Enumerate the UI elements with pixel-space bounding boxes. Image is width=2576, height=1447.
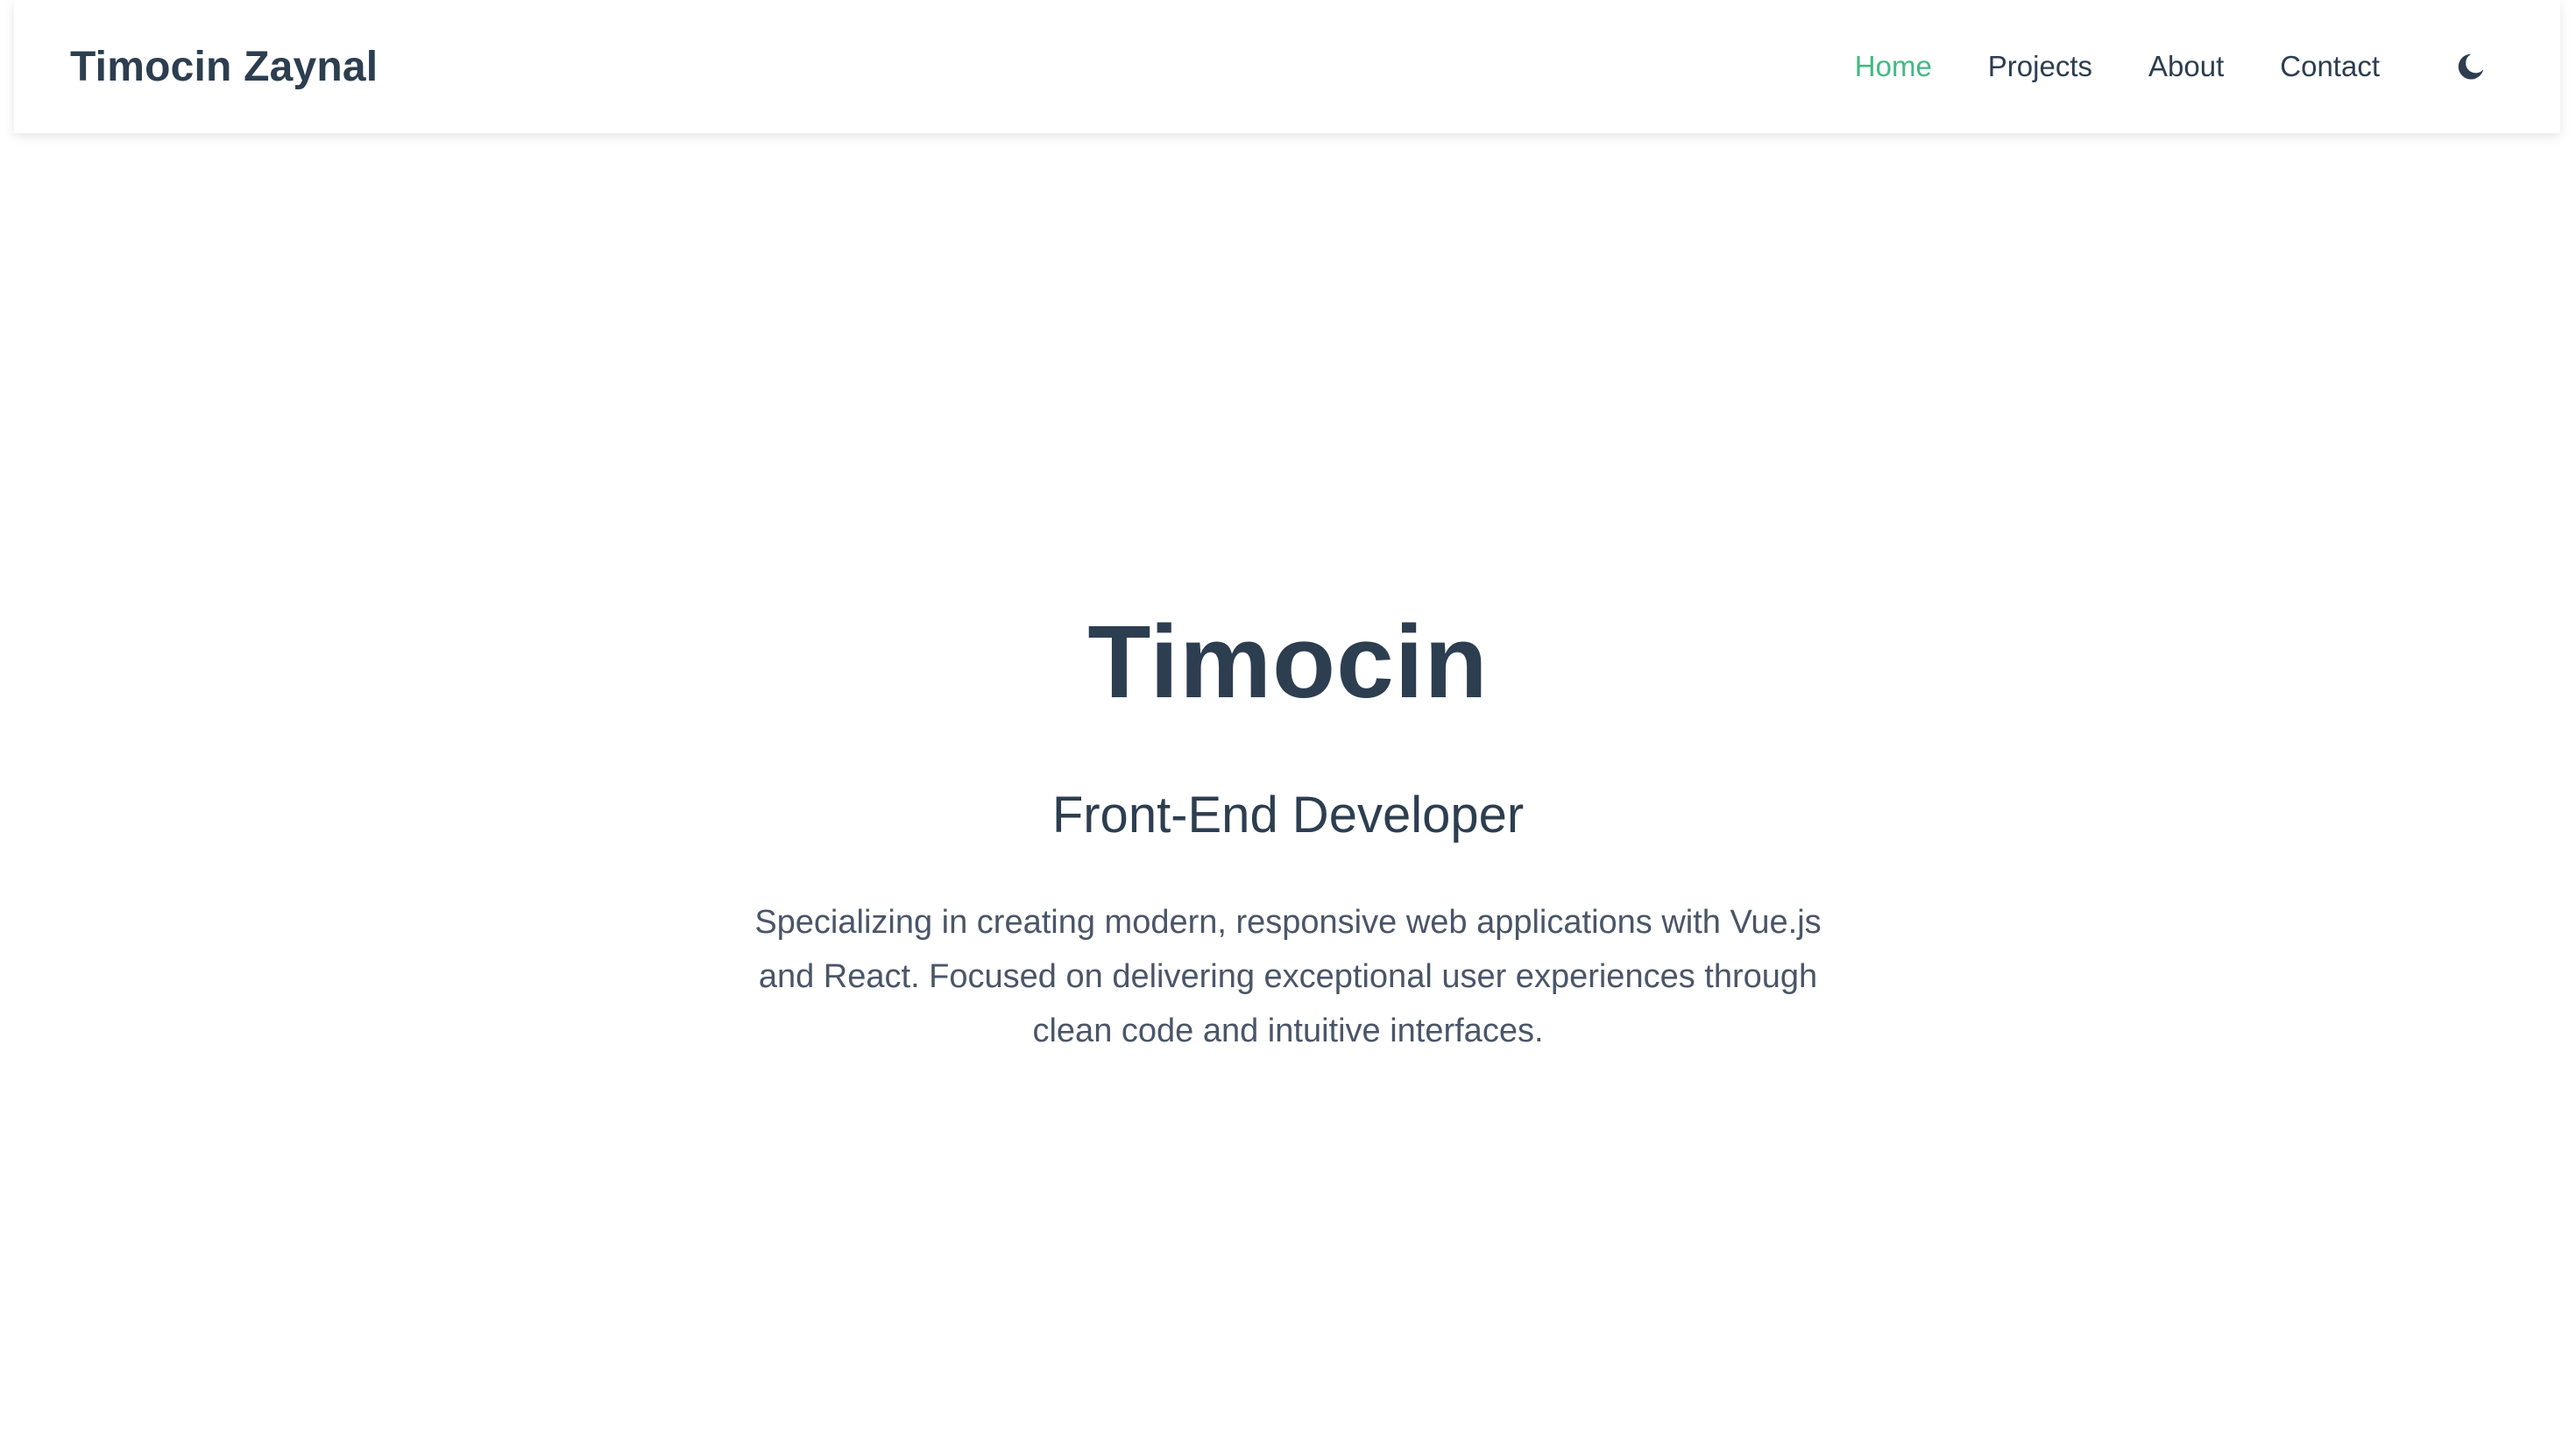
nav-link-about[interactable]: About (2148, 50, 2224, 83)
hero-description: Specializing in creating modern, respons… (754, 904, 1822, 1049)
brand-logo[interactable]: Timocin Zaynal (70, 43, 378, 91)
theme-toggle-button[interactable] (2453, 49, 2488, 84)
navbar: Timocin Zaynal Home Projects About Conta… (14, 0, 2560, 133)
hero-subtitle: Front-End Developer (1051, 787, 1525, 843)
nav-link-projects[interactable]: Projects (1988, 50, 2092, 83)
nav-link-contact[interactable]: Contact (2280, 50, 2380, 83)
nav-link-home[interactable]: Home (1855, 50, 1932, 83)
hero-title: Timocin (1087, 604, 1489, 720)
hero-section: Timocin Front-End Developer Specializing… (0, 133, 2576, 1447)
moon-icon (2458, 53, 2484, 80)
nav-links: Home Projects About Contact (1855, 50, 2380, 83)
nav-right: Home Projects About Contact (1855, 49, 2504, 84)
